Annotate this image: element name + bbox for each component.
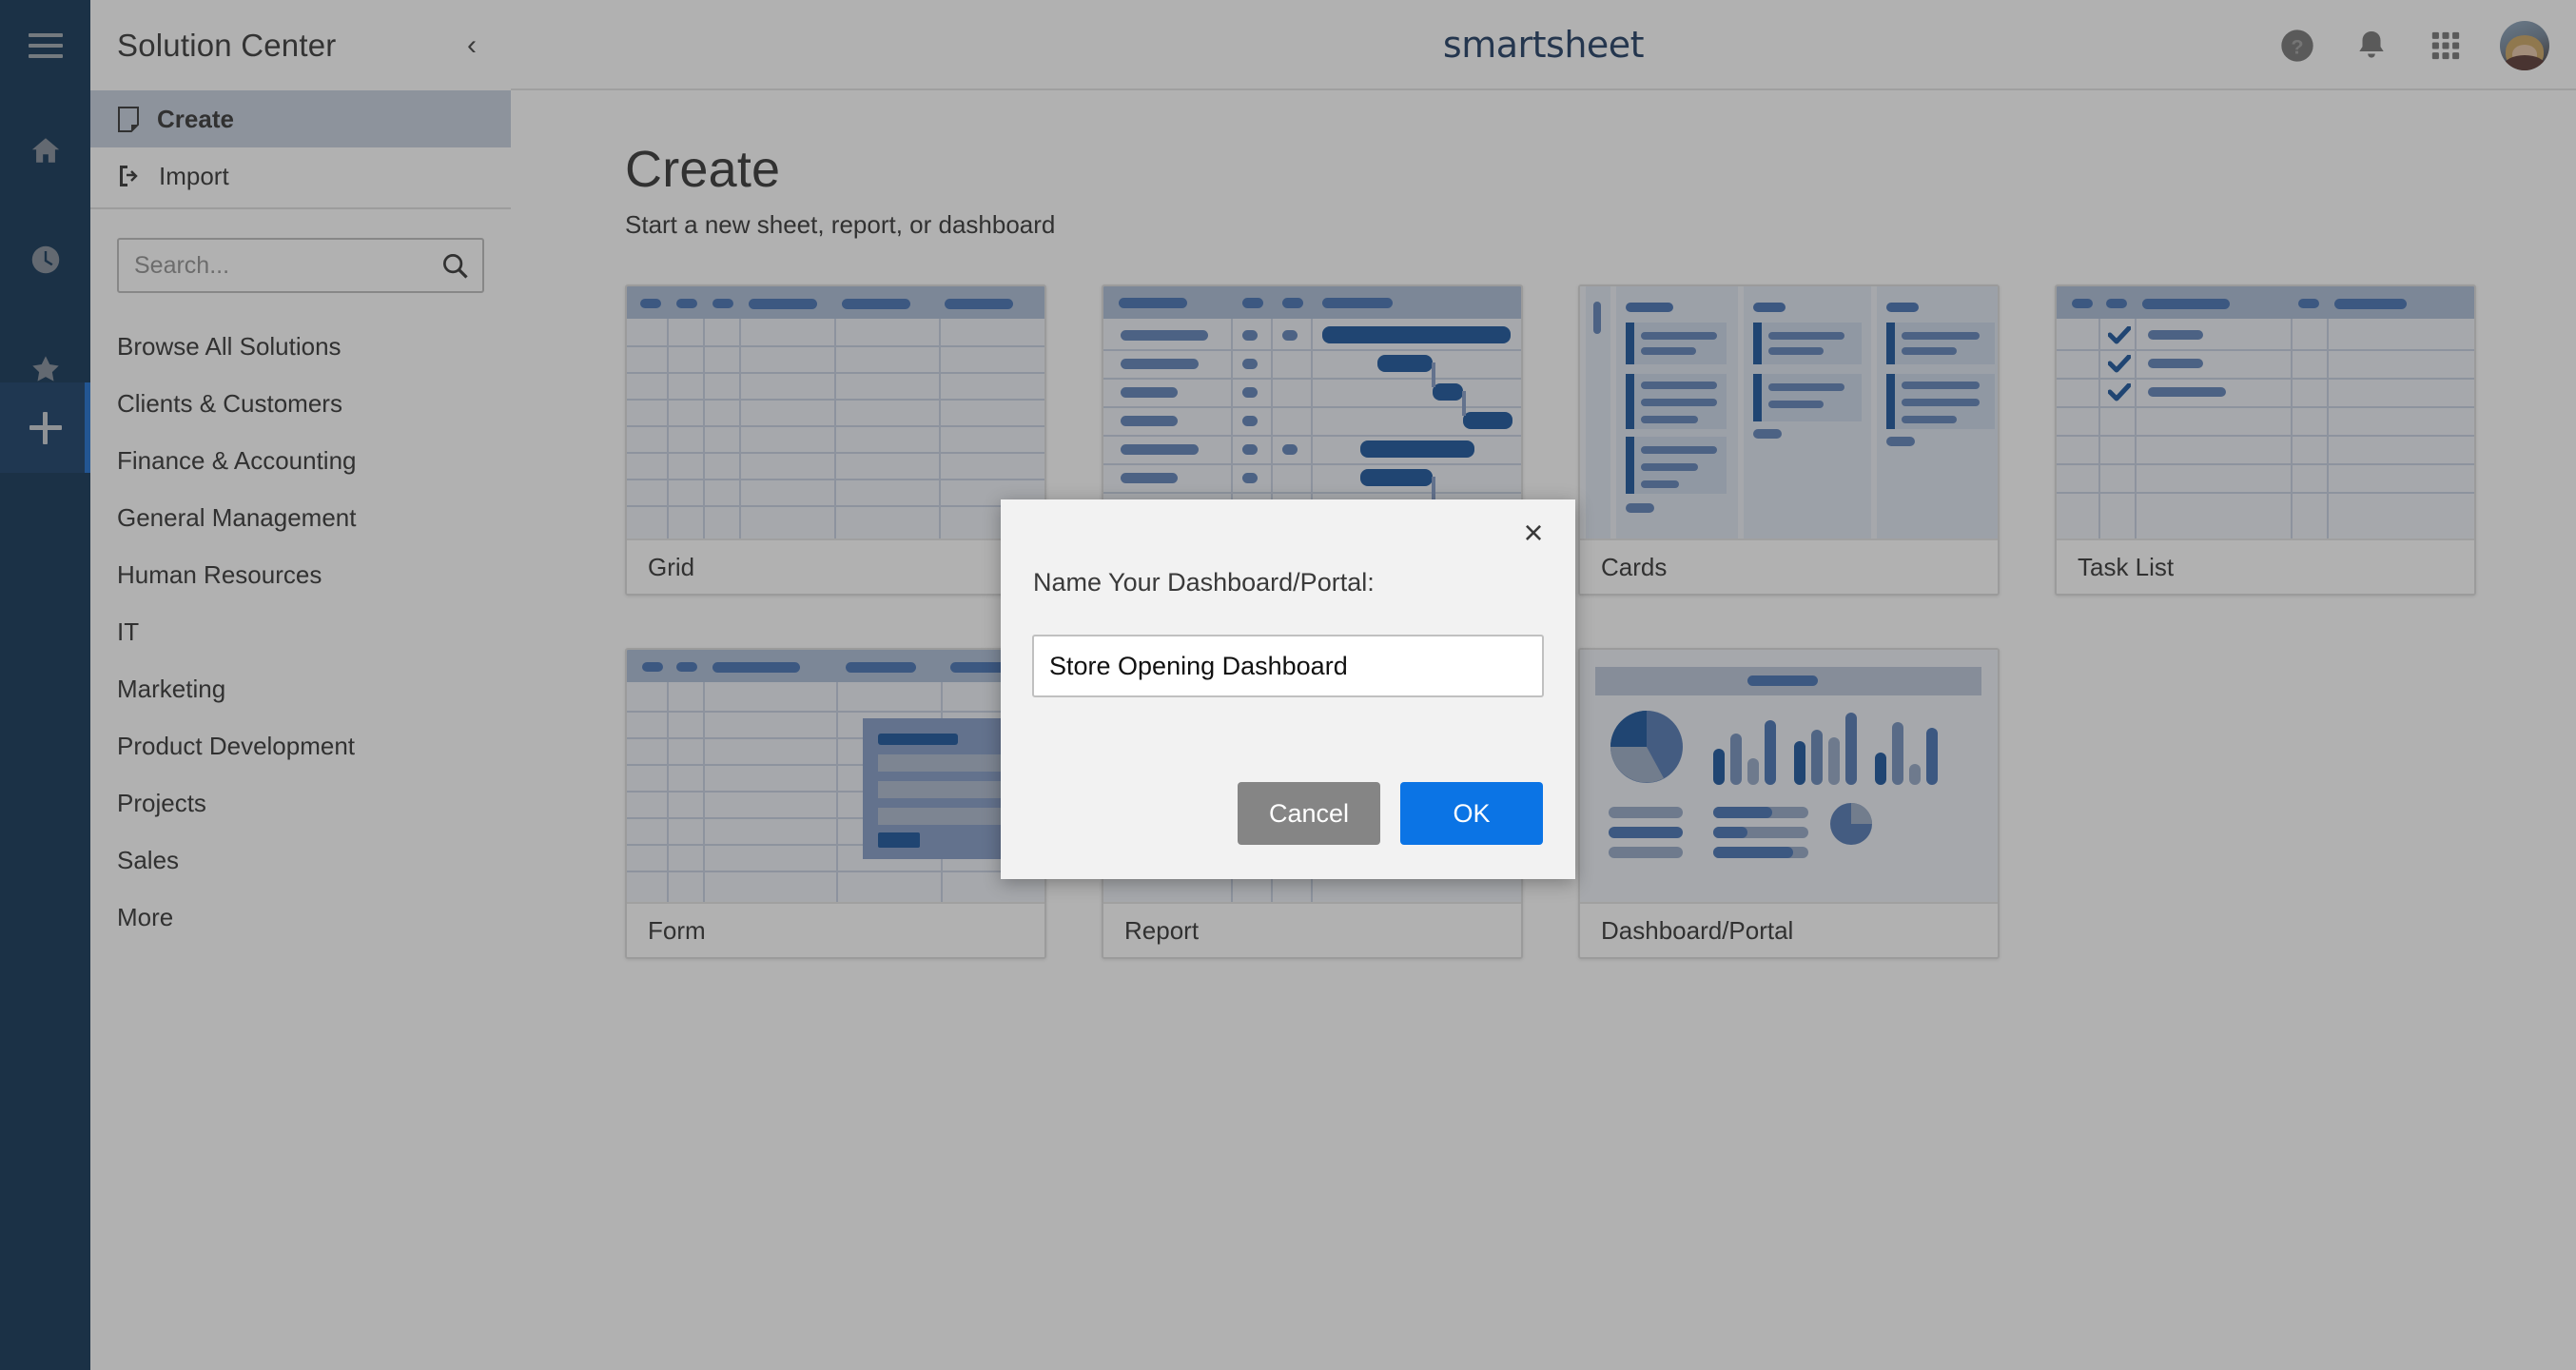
modal-actions: Cancel OK — [1238, 782, 1543, 845]
app-root: Solution Center ‹ Create Import Search..… — [0, 0, 2576, 1370]
close-x-icon[interactable]: × — [1512, 512, 1554, 554]
cancel-button[interactable]: Cancel — [1238, 782, 1380, 845]
modal-label: Name Your Dashboard/Portal: — [1033, 568, 1375, 597]
dashboard-name-input[interactable] — [1034, 636, 1542, 695]
name-dashboard-modal: × Name Your Dashboard/Portal: Cancel OK — [1001, 499, 1575, 879]
dashboard-name-field[interactable] — [1032, 635, 1544, 697]
ok-button[interactable]: OK — [1400, 782, 1543, 845]
